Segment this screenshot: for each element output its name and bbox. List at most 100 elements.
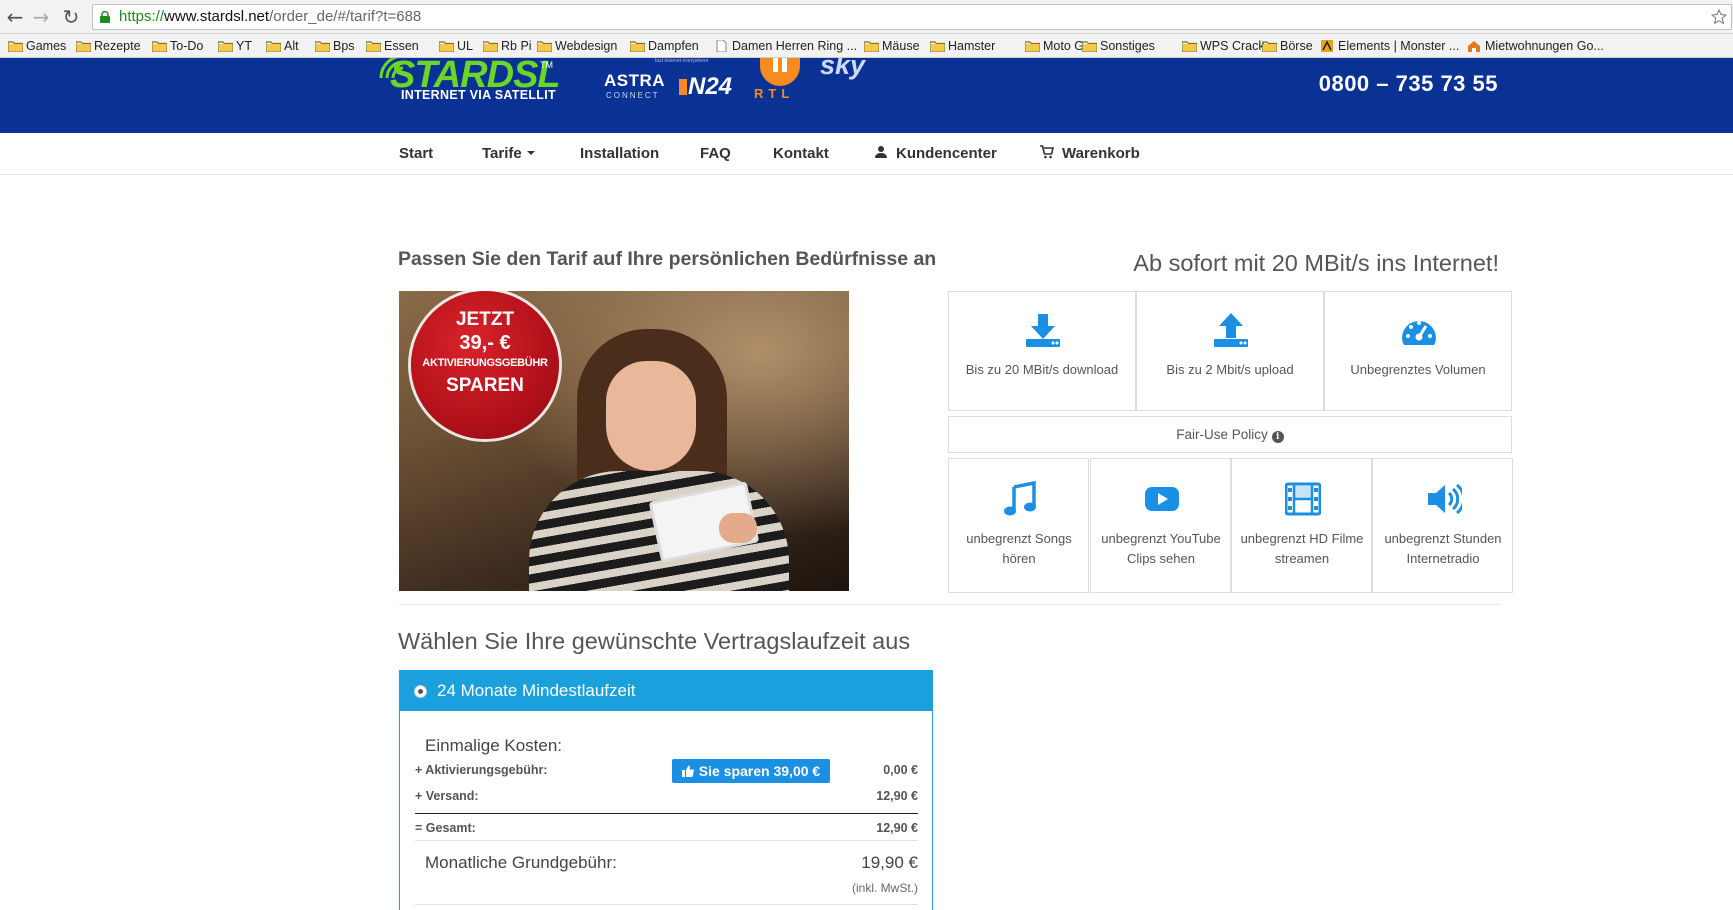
bookmark-item[interactable]: Dampfen	[628, 37, 699, 55]
cost-row-total: = Gesamt: 12,90 €	[415, 821, 918, 835]
section-rule	[415, 904, 918, 905]
bookmark-item[interactable]: Mietwohnungen Go...	[1465, 37, 1604, 55]
bookmark-label: Rb Pi	[501, 39, 532, 53]
section-rule	[415, 840, 918, 841]
feature-download-text: Bis zu 20 MBit/s download	[965, 362, 1119, 377]
n24-label: N24	[688, 73, 733, 100]
bookmark-label: Elements | Monster ...	[1338, 39, 1460, 53]
folder-icon	[315, 41, 330, 52]
bookmark-item[interactable]: Essen	[364, 37, 419, 55]
bookmark-item[interactable]: UL	[437, 37, 473, 55]
savings-badge-text: Sie sparen 39,00 €	[698, 763, 821, 779]
monthly-fee-label: Monatliche Grundgebühr:	[425, 853, 617, 872]
info-icon[interactable]: i	[1271, 431, 1284, 443]
folder-icon	[1182, 41, 1197, 52]
bookmark-item[interactable]: To-Do	[150, 37, 203, 55]
nav-start[interactable]: Start	[399, 145, 433, 162]
forward-icon[interactable]: →	[30, 6, 52, 28]
bookmark-item[interactable]: Rezepte	[74, 37, 141, 55]
tarif-option-header[interactable]: 24 Monate Mindestlaufzeit	[400, 671, 932, 711]
cart-icon	[1040, 145, 1054, 159]
url-scheme: https://	[119, 8, 165, 25]
address-bar[interactable]: https://www.stardsl.net/order_de/#/tarif…	[92, 4, 1732, 30]
badge-line3: AKTIVIERUNGSGEBÜHR	[422, 357, 548, 369]
bookmark-label: Dampfen	[648, 39, 699, 53]
tarif-option-24-months[interactable]: 24 Monate Mindestlaufzeit Einmalige Kost…	[399, 670, 933, 910]
bookmark-item[interactable]: Sonstiges	[1080, 37, 1155, 55]
bookmark-item[interactable]: YT	[216, 37, 252, 55]
bookmark-item[interactable]: Alt	[264, 37, 299, 55]
hero-image: JETZT 39,- € AKTIVIERUNGSGEBÜHR SPAREN	[399, 291, 849, 591]
nav-warenkorb-label: Warenkorb	[1062, 145, 1140, 162]
cost-row-label: + Versand:	[415, 789, 479, 803]
partner-tagline: fast internet everywhere	[655, 58, 709, 64]
bookmark-item[interactable]: Damen Herren Ring ...	[712, 37, 857, 55]
total-rule	[415, 813, 918, 814]
bookmark-label: Bps	[333, 39, 355, 53]
folder-icon	[537, 41, 552, 52]
nav-faq[interactable]: FAQ	[700, 145, 731, 162]
bookmark-label: Moto G	[1043, 39, 1084, 53]
youtube-icon	[1145, 487, 1179, 511]
bookmark-item[interactable]: WPS Crack	[1180, 37, 1265, 55]
bookmark-label: Mäuse	[882, 39, 920, 53]
nav-kundencenter[interactable]: Kundencenter	[874, 145, 997, 162]
bookmark-item[interactable]: Bps	[313, 37, 355, 55]
bookmark-label: Essen	[384, 39, 419, 53]
main-navigation: Start Tarife Installation FAQ Kontakt Ku…	[0, 133, 1733, 175]
bookmark-item[interactable]: Börse	[1260, 37, 1313, 55]
bookmark-item[interactable]: Rb Pi	[481, 37, 532, 55]
nav-warenkorb[interactable]: Warenkorb	[1040, 145, 1140, 162]
thumbs-up-icon	[681, 765, 694, 777]
reload-icon[interactable]: ↻	[60, 6, 82, 28]
cost-row-activation: + Aktivierungsgebühr: 0,00 €	[415, 763, 918, 777]
feature-upload: Bis zu 2 Mbit/s upload	[1136, 291, 1324, 411]
bookmark-label: Webdesign	[555, 39, 618, 53]
feature-volume: Unbegrenztes Volumen	[1324, 291, 1512, 411]
film-icon	[1285, 482, 1321, 516]
promo-heading: Ab sofort mit 20 MBit/s ins Internet!	[1133, 250, 1499, 276]
fair-use-label: Fair-Use Policy	[1176, 427, 1268, 442]
bookmark-item[interactable]: Games	[6, 37, 66, 55]
bookmark-label: Damen Herren Ring ...	[732, 39, 858, 53]
folder-icon	[864, 41, 879, 52]
bookmark-item[interactable]: Moto G	[1023, 37, 1084, 55]
back-icon[interactable]: ←	[4, 6, 26, 28]
feature-radio: unbegrenzt Stunden Internetradio	[1372, 458, 1513, 593]
feature-films: unbegrenzt HD Filme streamen	[1231, 458, 1372, 593]
cost-row-value: 12,90 €	[876, 789, 918, 803]
bookmark-item[interactable]: Webdesign	[535, 37, 617, 55]
tarif-radio-button[interactable]	[414, 685, 427, 698]
sky-logo: sky	[820, 58, 866, 80]
feature-download: Bis zu 20 MBit/s download	[948, 291, 1136, 411]
user-icon	[875, 146, 887, 158]
caret-down-icon	[526, 151, 535, 155]
monthly-fee-value: 19,90 €	[861, 853, 918, 872]
bookmark-label: To-Do	[170, 39, 204, 53]
lock-icon	[100, 11, 110, 23]
nav-tarife[interactable]: Tarife	[482, 145, 535, 162]
nav-kontakt[interactable]: Kontakt	[773, 145, 829, 162]
astra-subtitle: CONNECT	[606, 91, 660, 100]
folder-icon	[1082, 41, 1097, 52]
url-path: /order_de/#/tarif?t=688	[269, 8, 422, 25]
bookmark-label: Hamster	[948, 39, 996, 53]
bookmarks-bar: Games Rezepte To-Do YT Alt Bps Essen UL Rb Pi Web…	[0, 34, 1733, 58]
contract-duration-heading: Wählen Sie Ihre gewünschte Vertragslaufz…	[398, 628, 911, 654]
fair-use-policy[interactable]: Fair-Use Policy i	[948, 416, 1512, 453]
bookmark-label: Rezepte	[94, 39, 141, 53]
n24-logo: N24	[679, 73, 732, 101]
promo-badge: JETZT 39,- € AKTIVIERUNGSGEBÜHR SPAREN	[411, 291, 559, 439]
cost-row-label: + Aktivierungsgebühr:	[415, 763, 548, 777]
nav-installation[interactable]: Installation	[580, 145, 659, 162]
nav-tarife-label: Tarife	[482, 145, 522, 162]
bookmark-item[interactable]: Hamster	[928, 37, 995, 55]
bookmark-star-icon[interactable]	[1711, 9, 1727, 25]
bookmark-item[interactable]: Mäuse	[862, 37, 920, 55]
hotline-number[interactable]: 0800 – 735 73 55	[1319, 71, 1498, 97]
tarif-option-title: 24 Monate Mindestlaufzeit	[437, 681, 636, 700]
feature-youtube-text: unbegrenzt YouTube Clips sehen	[1101, 531, 1221, 566]
cost-row-value: 0,00 €	[883, 763, 918, 777]
music-icon	[1004, 481, 1036, 516]
bookmark-item[interactable]: Elements | Monster ...	[1318, 37, 1459, 55]
